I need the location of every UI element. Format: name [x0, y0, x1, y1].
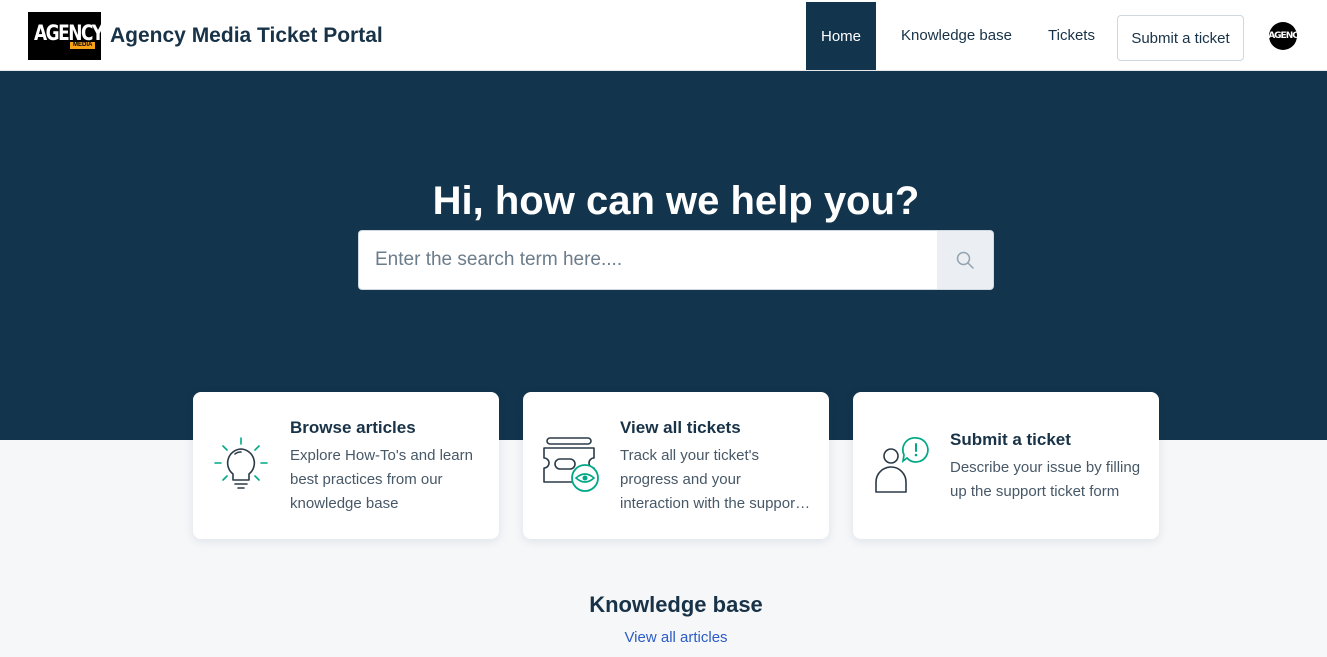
header: AGENCY MEDIA Agency Media Ticket Portal …: [0, 0, 1327, 71]
ticket-view-icon: [543, 437, 599, 492]
card-description: Describe your issue by filling up the su…: [950, 459, 1141, 500]
card-browse-articles[interactable]: Browse articles Explore How-To's and lea…: [193, 392, 499, 539]
card-submit-ticket[interactable]: Submit a ticket Describe your issue by f…: [853, 392, 1159, 539]
card-description: Explore How-To's and learn best practice…: [290, 447, 473, 512]
nav-submit-ticket-button[interactable]: Submit a ticket: [1117, 15, 1244, 61]
nav-tickets[interactable]: Tickets: [1048, 27, 1095, 44]
search-input[interactable]: [359, 231, 938, 289]
view-all-articles-link[interactable]: View all articles: [0, 629, 1327, 646]
search-icon: [956, 251, 974, 269]
nav-knowledge-base[interactable]: Knowledge base: [901, 27, 1012, 44]
lightbulb-icon: [214, 437, 268, 489]
portal-title[interactable]: Agency Media Ticket Portal: [110, 24, 383, 48]
user-avatar[interactable]: AGENC: [1269, 22, 1297, 50]
hero-banner: Hi, how can we help you?: [0, 71, 1327, 440]
brand-logo[interactable]: AGENCY MEDIA: [28, 12, 101, 60]
knowledge-base-title: Knowledge base: [589, 592, 763, 617]
card-view-tickets[interactable]: View all tickets Track all your ticket's…: [523, 392, 829, 539]
card-title: Browse articles: [290, 418, 416, 437]
avatar-text: AGENC: [1269, 31, 1297, 41]
nav-home[interactable]: Home: [806, 2, 876, 70]
logo-subtext: MEDIA: [70, 42, 96, 49]
search-button[interactable]: [937, 231, 993, 289]
card-description: Track all your ticket's progress and you…: [620, 447, 800, 512]
card-title: View all tickets: [620, 418, 741, 437]
hero-title: Hi, how can we help you?: [432, 179, 920, 223]
user-alert-icon: [875, 436, 929, 493]
search-bar: [358, 230, 994, 290]
card-title: Submit a ticket: [950, 430, 1071, 449]
